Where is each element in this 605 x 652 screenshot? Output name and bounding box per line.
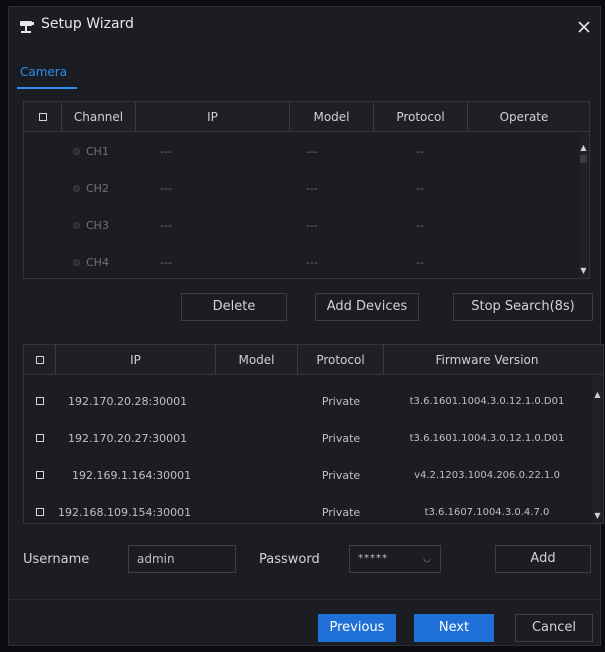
username-label: Username — [23, 552, 90, 567]
column-header-ip: IP — [136, 102, 290, 132]
column-header-model: Model — [216, 345, 298, 375]
scroll-up-icon[interactable]: ▲ — [593, 390, 602, 400]
setup-wizard-dialog: Setup Wizard Camera Channel IP Model Pro… — [8, 6, 604, 646]
channel-status-dot — [73, 185, 80, 192]
add-devices-button[interactable]: Add Devices — [315, 293, 419, 321]
select-all-channels-cell — [24, 102, 62, 132]
channel-protocol: -- — [416, 256, 424, 269]
channel-model: --- — [306, 219, 318, 232]
channel-status-dot — [73, 222, 80, 229]
channel-model: --- — [306, 256, 318, 269]
device-checkbox[interactable] — [36, 508, 44, 516]
channel-table-scrollbar[interactable]: ▲ ▼ — [579, 133, 588, 278]
device-table-header: IP Model Protocol Firmware Version — [24, 345, 603, 375]
channel-ip: --- — [160, 256, 172, 269]
column-header-ip: IP — [56, 345, 216, 375]
channel-ip: --- — [160, 219, 172, 232]
channel-model: --- — [306, 145, 318, 158]
cancel-button[interactable]: Cancel — [515, 614, 593, 642]
table-row[interactable]: CH3 --- --- -- — [24, 207, 589, 244]
channel-name: CH3 — [86, 219, 109, 232]
channel-model: --- — [306, 182, 318, 195]
channel-protocol: -- — [416, 182, 424, 195]
active-tab-indicator — [17, 87, 77, 89]
select-all-devices-checkbox[interactable] — [36, 356, 44, 364]
device-ip: 192.170.20.28:30001 — [68, 395, 188, 408]
channel-ip: --- — [160, 182, 172, 195]
table-row[interactable]: 192.169.1.164:30001 Private v4.2.1203.10… — [24, 457, 603, 494]
scroll-down-icon[interactable]: ▼ — [593, 511, 602, 521]
tab-camera[interactable]: Camera — [20, 65, 67, 79]
password-value: ***** — [358, 553, 388, 564]
add-button[interactable]: Add — [495, 545, 591, 573]
device-ip: 192.169.1.164:30001 — [72, 469, 192, 482]
select-all-devices-cell — [24, 345, 56, 375]
device-ip: 192.170.20.27:30001 — [68, 432, 188, 445]
close-icon[interactable] — [576, 19, 592, 35]
channel-table: Channel IP Model Protocol Operate CH1 --… — [23, 101, 590, 279]
column-header-protocol: Protocol — [374, 102, 468, 132]
table-row[interactable]: CH1 --- --- -- — [24, 133, 589, 170]
device-ip: 192.168.109.154:30001 — [58, 506, 192, 519]
table-row[interactable]: CH2 --- --- -- — [24, 170, 589, 207]
table-row[interactable]: 192.170.20.28:30001 Private t3.6.1601.10… — [24, 383, 603, 420]
previous-button[interactable]: Previous — [318, 614, 396, 642]
column-header-protocol: Protocol — [298, 345, 384, 375]
password-label: Password — [259, 552, 320, 567]
device-table-scrollbar[interactable]: ▲ ▼ — [593, 376, 602, 523]
device-protocol: Private — [321, 395, 361, 408]
channel-name: CH4 — [86, 256, 109, 269]
device-search-table: IP Model Protocol Firmware Version 192.1… — [23, 344, 604, 524]
scroll-up-icon[interactable]: ▲ — [579, 143, 588, 153]
show-password-icon[interactable]: ◡ — [423, 546, 432, 572]
device-checkbox[interactable] — [36, 434, 44, 442]
column-header-firmware: Firmware Version — [435, 353, 539, 367]
device-firmware: v4.2.1203.1004.206.0.22.1.0 — [414, 470, 560, 481]
password-input[interactable]: ***** ◡ — [349, 545, 441, 573]
column-header-operate: Operate — [499, 110, 549, 124]
channel-protocol: -- — [416, 219, 424, 232]
footer-divider — [9, 599, 600, 600]
channel-ip: --- — [160, 145, 172, 158]
channel-table-header: Channel IP Model Protocol Operate — [24, 102, 589, 132]
channel-protocol: -- — [416, 145, 424, 158]
device-firmware: t3.6.1601.1004.3.0.12.1.0.D01 — [409, 396, 565, 407]
device-checkbox[interactable] — [36, 471, 44, 479]
camera-icon — [20, 21, 34, 33]
table-row[interactable]: 192.168.109.154:30001 Private t3.6.1607.… — [24, 494, 603, 531]
channel-status-dot — [73, 259, 80, 266]
device-firmware: t3.6.1607.1004.3.0.4.7.0 — [424, 507, 550, 518]
title-bar: Setup Wizard — [9, 7, 600, 47]
channel-name: CH2 — [86, 182, 109, 195]
table-row[interactable]: CH4 --- --- -- — [24, 244, 589, 281]
device-firmware: t3.6.1601.1004.3.0.12.1.0.D01 — [409, 433, 565, 444]
device-protocol: Private — [321, 469, 361, 482]
select-all-channels-checkbox[interactable] — [39, 113, 47, 121]
device-protocol: Private — [321, 506, 361, 519]
device-checkbox[interactable] — [36, 397, 44, 405]
next-button[interactable]: Next — [414, 614, 494, 642]
column-header-model: Model — [290, 102, 374, 132]
column-header-channel: Channel — [62, 102, 136, 132]
table-row[interactable]: 192.170.20.27:30001 Private t3.6.1601.10… — [24, 420, 603, 457]
username-input[interactable] — [128, 545, 236, 573]
channel-status-dot — [73, 148, 80, 155]
device-protocol: Private — [321, 432, 361, 445]
window-title: Setup Wizard — [41, 16, 134, 32]
scroll-thumb[interactable] — [580, 155, 587, 163]
channel-name: CH1 — [86, 145, 109, 158]
delete-button[interactable]: Delete — [181, 293, 287, 321]
scroll-down-icon[interactable]: ▼ — [579, 266, 588, 276]
stop-search-button[interactable]: Stop Search(8s) — [453, 293, 593, 321]
